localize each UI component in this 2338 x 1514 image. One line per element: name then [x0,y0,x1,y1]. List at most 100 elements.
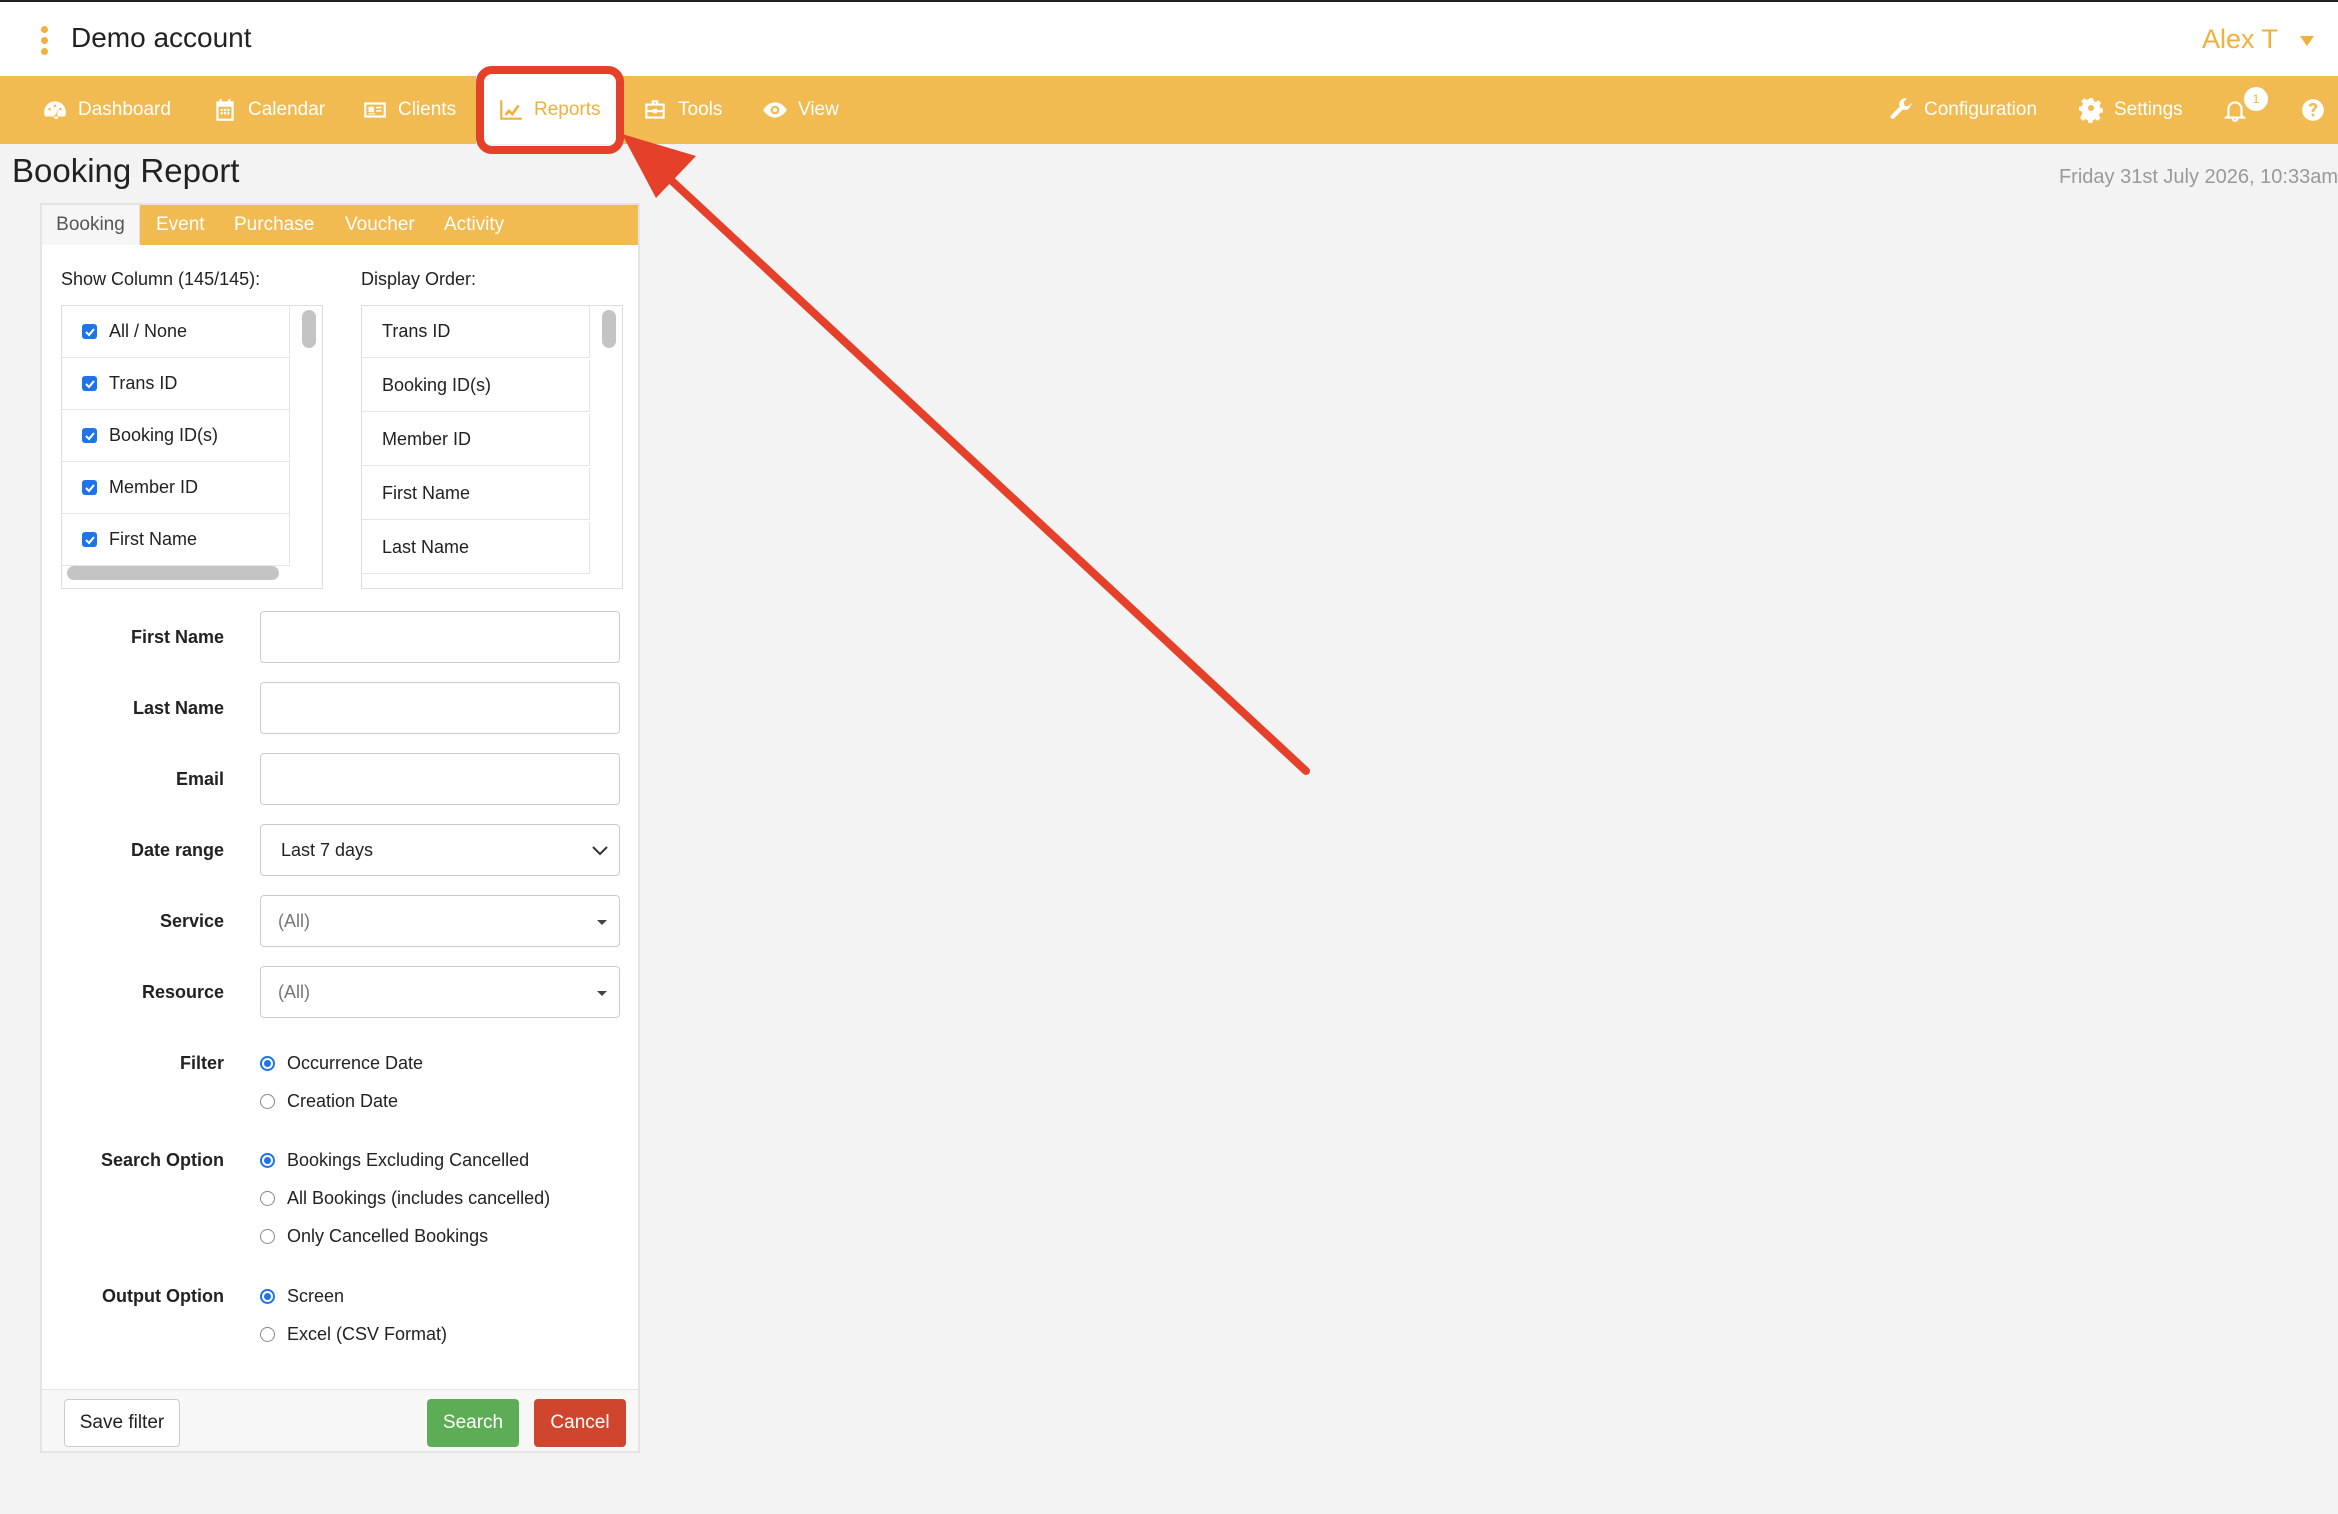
dashboard-icon [44,101,66,119]
radio-selected[interactable] [260,1289,275,1304]
list-item-label: Member ID [109,477,199,497]
radio-unselected[interactable] [260,1229,275,1244]
radio-label: Occurrence Date [287,1053,424,1073]
radio-selected[interactable] [260,1153,275,1168]
kebab-menu-icon[interactable] [40,26,50,56]
nav-view-label: View [798,99,839,120]
first-name-input[interactable] [260,611,620,663]
list-item[interactable]: First Name [62,514,290,566]
email-label: Email [175,769,224,789]
nav-notifications[interactable]: 1 [2222,76,2268,144]
service-label: Service [159,911,224,931]
list-item[interactable]: First Name [362,468,590,520]
notification-badge: 1 [2244,87,2268,111]
radio-label: Bookings Excluding Cancelled [287,1150,530,1170]
service-select[interactable]: (All) [260,895,620,947]
search-button[interactable]: Search [427,1399,519,1447]
nav-calendar-label: Calendar [248,99,326,120]
nav-calendar[interactable]: Calendar [212,76,325,144]
list-item-label: First Name [109,529,198,549]
radio-unselected[interactable] [260,1327,275,1342]
list-item[interactable]: Trans ID [362,306,590,358]
date-range-select[interactable]: Last 7 days [260,824,620,876]
checkbox-checked[interactable] [82,376,97,391]
checkbox-checked[interactable] [82,428,97,443]
current-date: Friday 31st July 2026, 10:33am [2058,166,2338,188]
tab-purchase[interactable]: Purchase [234,205,314,245]
filter-option-occurrence[interactable]: Occurrence Date [260,1053,423,1074]
save-filter-button[interactable]: Save filter [64,1399,180,1447]
panel-footer: Save filter Search Cancel [42,1389,638,1451]
checkbox-checked[interactable] [82,532,97,547]
search-option-all-bookings[interactable]: All Bookings (includes cancelled) [260,1188,550,1209]
toolbox-icon [645,100,665,119]
list-item[interactable]: Booking ID(s) [62,410,290,462]
list-item[interactable]: All / None [62,306,290,358]
output-option-screen[interactable]: Screen [260,1286,344,1307]
resource-select[interactable]: (All) [260,966,620,1018]
list-item[interactable]: Trans ID [62,358,290,410]
output-option-label: Output Option [102,1286,224,1306]
vertical-scrollbar[interactable] [602,310,616,348]
search-option-label: Search Option [100,1150,224,1170]
output-option-excel[interactable]: Excel (CSV Format) [260,1324,447,1345]
resource-value: (All) [278,981,310,1002]
radio-label: Screen [287,1286,345,1306]
last-name-input[interactable] [260,682,620,734]
list-item[interactable]: Last Name [362,522,590,574]
eye-icon [763,102,787,118]
vertical-scrollbar[interactable] [302,310,316,348]
filter-label: Filter [179,1053,224,1073]
filter-option-creation[interactable]: Creation Date [260,1091,398,1112]
caret-down-icon[interactable] [2300,36,2314,46]
nav-clients-label: Clients [398,99,457,120]
search-option-excluding-cancelled[interactable]: Bookings Excluding Cancelled [260,1150,529,1171]
gear-icon [2078,97,2103,123]
radio-label: Creation Date [287,1091,399,1111]
list-item[interactable]: Booking ID(s) [362,360,590,412]
tab-voucher[interactable]: Voucher [345,205,415,245]
checkbox-checked[interactable] [82,324,97,339]
id-card-icon [364,102,386,118]
page-title: Booking Report [12,152,240,189]
email-input[interactable] [260,753,620,805]
horizontal-scrollbar[interactable] [67,566,279,580]
report-tabs: Booking Event Purchase Voucher Activity [42,205,638,245]
chevron-down-icon [592,846,608,856]
calendar-icon [216,99,234,121]
help-icon [2302,99,2324,121]
tab-event[interactable]: Event [156,205,205,245]
checkbox-checked[interactable] [82,480,97,495]
radio-unselected[interactable] [260,1191,275,1206]
nav-settings[interactable]: Settings [2078,76,2183,144]
nav-tools[interactable]: Tools [642,76,722,144]
list-item[interactable]: Member ID [62,462,290,514]
radio-label: All Bookings (includes cancelled) [287,1188,551,1208]
radio-selected[interactable] [260,1056,275,1071]
list-item-label: All / None [109,321,188,341]
show-column-list[interactable]: All / None Trans ID Booking ID(s) Member… [61,305,323,589]
search-option-only-cancelled[interactable]: Only Cancelled Bookings [260,1226,488,1247]
report-panel: Booking Event Purchase Voucher Activity … [40,203,640,1453]
nav-clients[interactable]: Clients [362,76,456,144]
user-menu[interactable]: Alex T [2202,24,2278,55]
first-name-label: First Name [130,627,224,647]
nav-configuration-label: Configuration [1924,99,2038,120]
tab-booking[interactable]: Booking [42,205,140,245]
wrench-icon [1890,98,1912,119]
nav-configuration[interactable]: Configuration [1888,76,2037,144]
top-header: Demo account Alex T [0,0,2338,76]
nav-dashboard-label: Dashboard [78,99,171,120]
nav-dashboard[interactable]: Dashboard [42,76,171,144]
main-nav: Dashboard Calendar Clients Reports Tools… [0,76,2338,144]
radio-unselected[interactable] [260,1094,275,1109]
list-item[interactable]: Member ID [362,414,590,466]
nav-view[interactable]: View [762,76,839,144]
list-item-label: Booking ID(s) [109,425,219,445]
account-name: Demo account [71,22,252,53]
help-button[interactable] [2300,76,2326,144]
tab-activity[interactable]: Activity [444,205,504,245]
nav-tools-label: Tools [678,99,723,120]
cancel-button[interactable]: Cancel [534,1399,626,1447]
display-order-list[interactable]: Trans ID Booking ID(s) Member ID First N… [361,305,623,589]
